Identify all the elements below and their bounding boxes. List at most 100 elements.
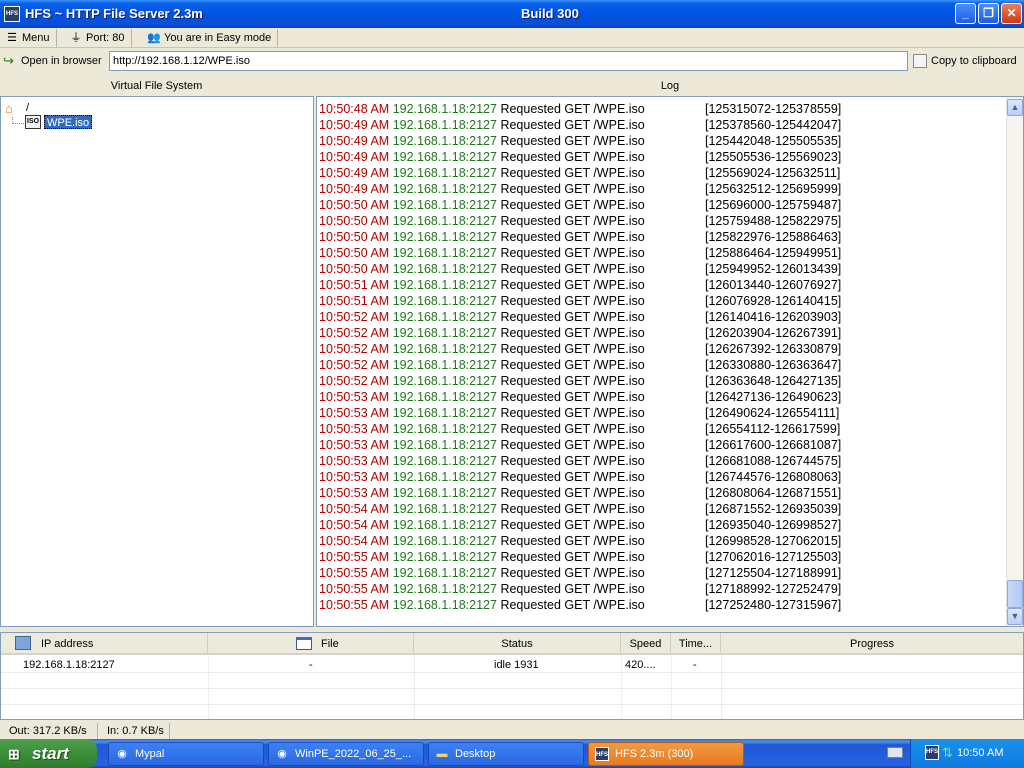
col-file[interactable]: File bbox=[208, 633, 414, 653]
log-time: 10:50:53 AM bbox=[319, 470, 390, 484]
network-icon[interactable]: ⇅ bbox=[942, 745, 956, 760]
cell-status: idle 1931 bbox=[494, 659, 539, 671]
log-message: Requested GET /WPE.iso bbox=[500, 230, 645, 244]
log-entry: 10:50:49 AM 192.168.1.18:2127 Requested … bbox=[319, 133, 841, 149]
build-label: Build 300 bbox=[521, 6, 579, 21]
scroll-up-icon[interactable]: ▲ bbox=[1007, 99, 1023, 116]
col-status[interactable]: Status bbox=[414, 633, 621, 653]
maximize-button[interactable]: ❐ bbox=[978, 3, 999, 24]
log-message: Requested GET /WPE.iso bbox=[500, 134, 645, 148]
log-message: Requested GET /WPE.iso bbox=[500, 198, 645, 212]
col-time[interactable]: Time... bbox=[671, 633, 721, 653]
log-message: Requested GET /WPE.iso bbox=[500, 150, 645, 164]
grid-line bbox=[671, 655, 672, 719]
log-time: 10:50:50 AM bbox=[319, 214, 390, 228]
port-button[interactable]: ⏚ Port: 80 bbox=[66, 29, 132, 47]
task-winpe[interactable]: ◉ WinPE_2022_06_25_... bbox=[268, 742, 424, 766]
url-field[interactable] bbox=[109, 51, 908, 71]
log-time: 10:50:52 AM bbox=[319, 342, 390, 356]
open-in-browser-button[interactable]: ↪ Open in browser bbox=[3, 52, 102, 70]
connections-list[interactable]: IP address File Status Speed Time... Pro… bbox=[0, 632, 1024, 720]
log-entry: 10:50:55 AM 192.168.1.18:2127 Requested … bbox=[319, 581, 841, 597]
task-hfs[interactable]: HFS HFS 2.3m (300) bbox=[588, 742, 744, 766]
log-message: Requested GET /WPE.iso bbox=[500, 374, 645, 388]
grid-line bbox=[1, 704, 1023, 705]
log-ip: 192.168.1.18:2127 bbox=[392, 502, 497, 516]
log-ip: 192.168.1.18:2127 bbox=[392, 166, 497, 180]
log-range: [126681088-126744575] bbox=[705, 454, 842, 468]
log-message: Requested GET /WPE.iso bbox=[500, 182, 645, 196]
connections-header: IP address File Status Speed Time... Pro… bbox=[1, 633, 1023, 655]
task-mypal[interactable]: ◉ Mypal bbox=[108, 742, 264, 766]
log-range: [126871552-126935039] bbox=[705, 502, 842, 516]
log-range: [127252480-127315967] bbox=[705, 598, 842, 612]
log-message: Requested GET /WPE.iso bbox=[500, 166, 645, 180]
open-in-browser-label: Open in browser bbox=[21, 55, 102, 67]
task-label: Mypal bbox=[135, 748, 165, 760]
menu-button[interactable]: ☰ Menu bbox=[2, 29, 57, 47]
log-time: 10:50:49 AM bbox=[319, 182, 390, 196]
browser-icon: ◉ bbox=[277, 748, 287, 760]
log-entry: 10:50:48 AM 192.168.1.18:2127 Requested … bbox=[319, 101, 841, 117]
log-range: [125822976-125886463] bbox=[705, 230, 842, 244]
log-entry: 10:50:49 AM 192.168.1.18:2127 Requested … bbox=[319, 117, 841, 133]
log-range: [126744576-126808063] bbox=[705, 470, 842, 484]
col-speed[interactable]: Speed bbox=[621, 633, 671, 653]
title-bar[interactable]: HFS HFS ~ HTTP File Server 2.3m Build 30… bbox=[0, 0, 1024, 28]
log-panel[interactable]: 10:50:48 AM 192.168.1.18:2127 Requested … bbox=[316, 96, 1024, 627]
log-entry: 10:50:49 AM 192.168.1.18:2127 Requested … bbox=[319, 165, 840, 181]
log-entry: 10:50:55 AM 192.168.1.18:2127 Requested … bbox=[319, 565, 841, 581]
tree-root-label: / bbox=[26, 102, 30, 114]
scroll-thumb[interactable] bbox=[1007, 580, 1023, 608]
log-message: Requested GET /WPE.iso bbox=[500, 278, 645, 292]
keyboard-icon[interactable] bbox=[887, 747, 903, 758]
log-scrollbar[interactable]: ▲ ▼ bbox=[1006, 97, 1023, 626]
clock[interactable]: 10:50 AM bbox=[957, 739, 1003, 768]
log-entry: 10:50:55 AM 192.168.1.18:2127 Requested … bbox=[319, 597, 841, 613]
vfs-tree[interactable]: ⌂ / ISO WPE.iso bbox=[0, 96, 314, 627]
log-ip: 192.168.1.18:2127 bbox=[392, 326, 497, 340]
log-message: Requested GET /WPE.iso bbox=[500, 102, 645, 116]
log-message: Requested GET /WPE.iso bbox=[500, 470, 645, 484]
log-ip: 192.168.1.18:2127 bbox=[392, 390, 497, 404]
log-message: Requested GET /WPE.iso bbox=[500, 422, 645, 436]
cell-ip: 192.168.1.18:2127 bbox=[23, 659, 115, 671]
log-range: [125378560-125442047] bbox=[705, 118, 842, 132]
grid-line bbox=[1, 688, 1023, 689]
log-time: 10:50:52 AM bbox=[319, 326, 390, 340]
log-range: [126203904-126267391] bbox=[705, 326, 842, 340]
menu-icon: ☰ bbox=[7, 32, 17, 44]
log-ip: 192.168.1.18:2127 bbox=[392, 230, 497, 244]
cell-time: - bbox=[693, 659, 697, 671]
task-label: WinPE_2022_06_25_... bbox=[295, 748, 412, 760]
log-message: Requested GET /WPE.iso bbox=[500, 310, 645, 324]
copy-to-clipboard-button[interactable]: Copy to clipboard bbox=[912, 52, 1017, 70]
col-ip-address[interactable]: IP address bbox=[1, 633, 208, 653]
log-range: [126808064-126871551] bbox=[705, 486, 842, 500]
log-message: Requested GET /WPE.iso bbox=[500, 246, 645, 260]
hfs-tray-icon[interactable]: HFS bbox=[925, 745, 939, 760]
minimize-button[interactable]: _ bbox=[955, 3, 976, 24]
log-message: Requested GET /WPE.iso bbox=[500, 502, 645, 516]
window-title: HFS ~ HTTP File Server 2.3m bbox=[25, 6, 203, 21]
users-icon: 👥 bbox=[147, 32, 161, 44]
scroll-down-icon[interactable]: ▼ bbox=[1007, 608, 1023, 625]
log-message: Requested GET /WPE.iso bbox=[500, 598, 645, 612]
log-entry: 10:50:54 AM 192.168.1.18:2127 Requested … bbox=[319, 517, 841, 533]
log-time: 10:50:52 AM bbox=[319, 374, 390, 388]
log-time: 10:50:52 AM bbox=[319, 310, 390, 324]
task-desktop[interactable]: ▬ Desktop bbox=[428, 742, 584, 766]
log-time: 10:50:50 AM bbox=[319, 246, 390, 260]
log-entry: 10:50:51 AM 192.168.1.18:2127 Requested … bbox=[319, 293, 841, 309]
log-ip: 192.168.1.18:2127 bbox=[392, 150, 497, 164]
start-button[interactable]: ⊞ start bbox=[0, 739, 97, 768]
address-row: ↪ Open in browser Copy to clipboard bbox=[0, 49, 1024, 72]
close-button[interactable]: ✕ bbox=[1001, 3, 1022, 24]
log-ip: 192.168.1.18:2127 bbox=[392, 454, 497, 468]
hfs-app-icon[interactable]: HFS bbox=[4, 6, 20, 22]
log-message: Requested GET /WPE.iso bbox=[500, 214, 645, 228]
col-label: Status bbox=[501, 638, 533, 650]
col-progress[interactable]: Progress bbox=[721, 633, 1023, 653]
log-range: [125442048-125505535] bbox=[705, 134, 842, 148]
mode-button[interactable]: 👥 You are in Easy mode bbox=[144, 29, 279, 47]
